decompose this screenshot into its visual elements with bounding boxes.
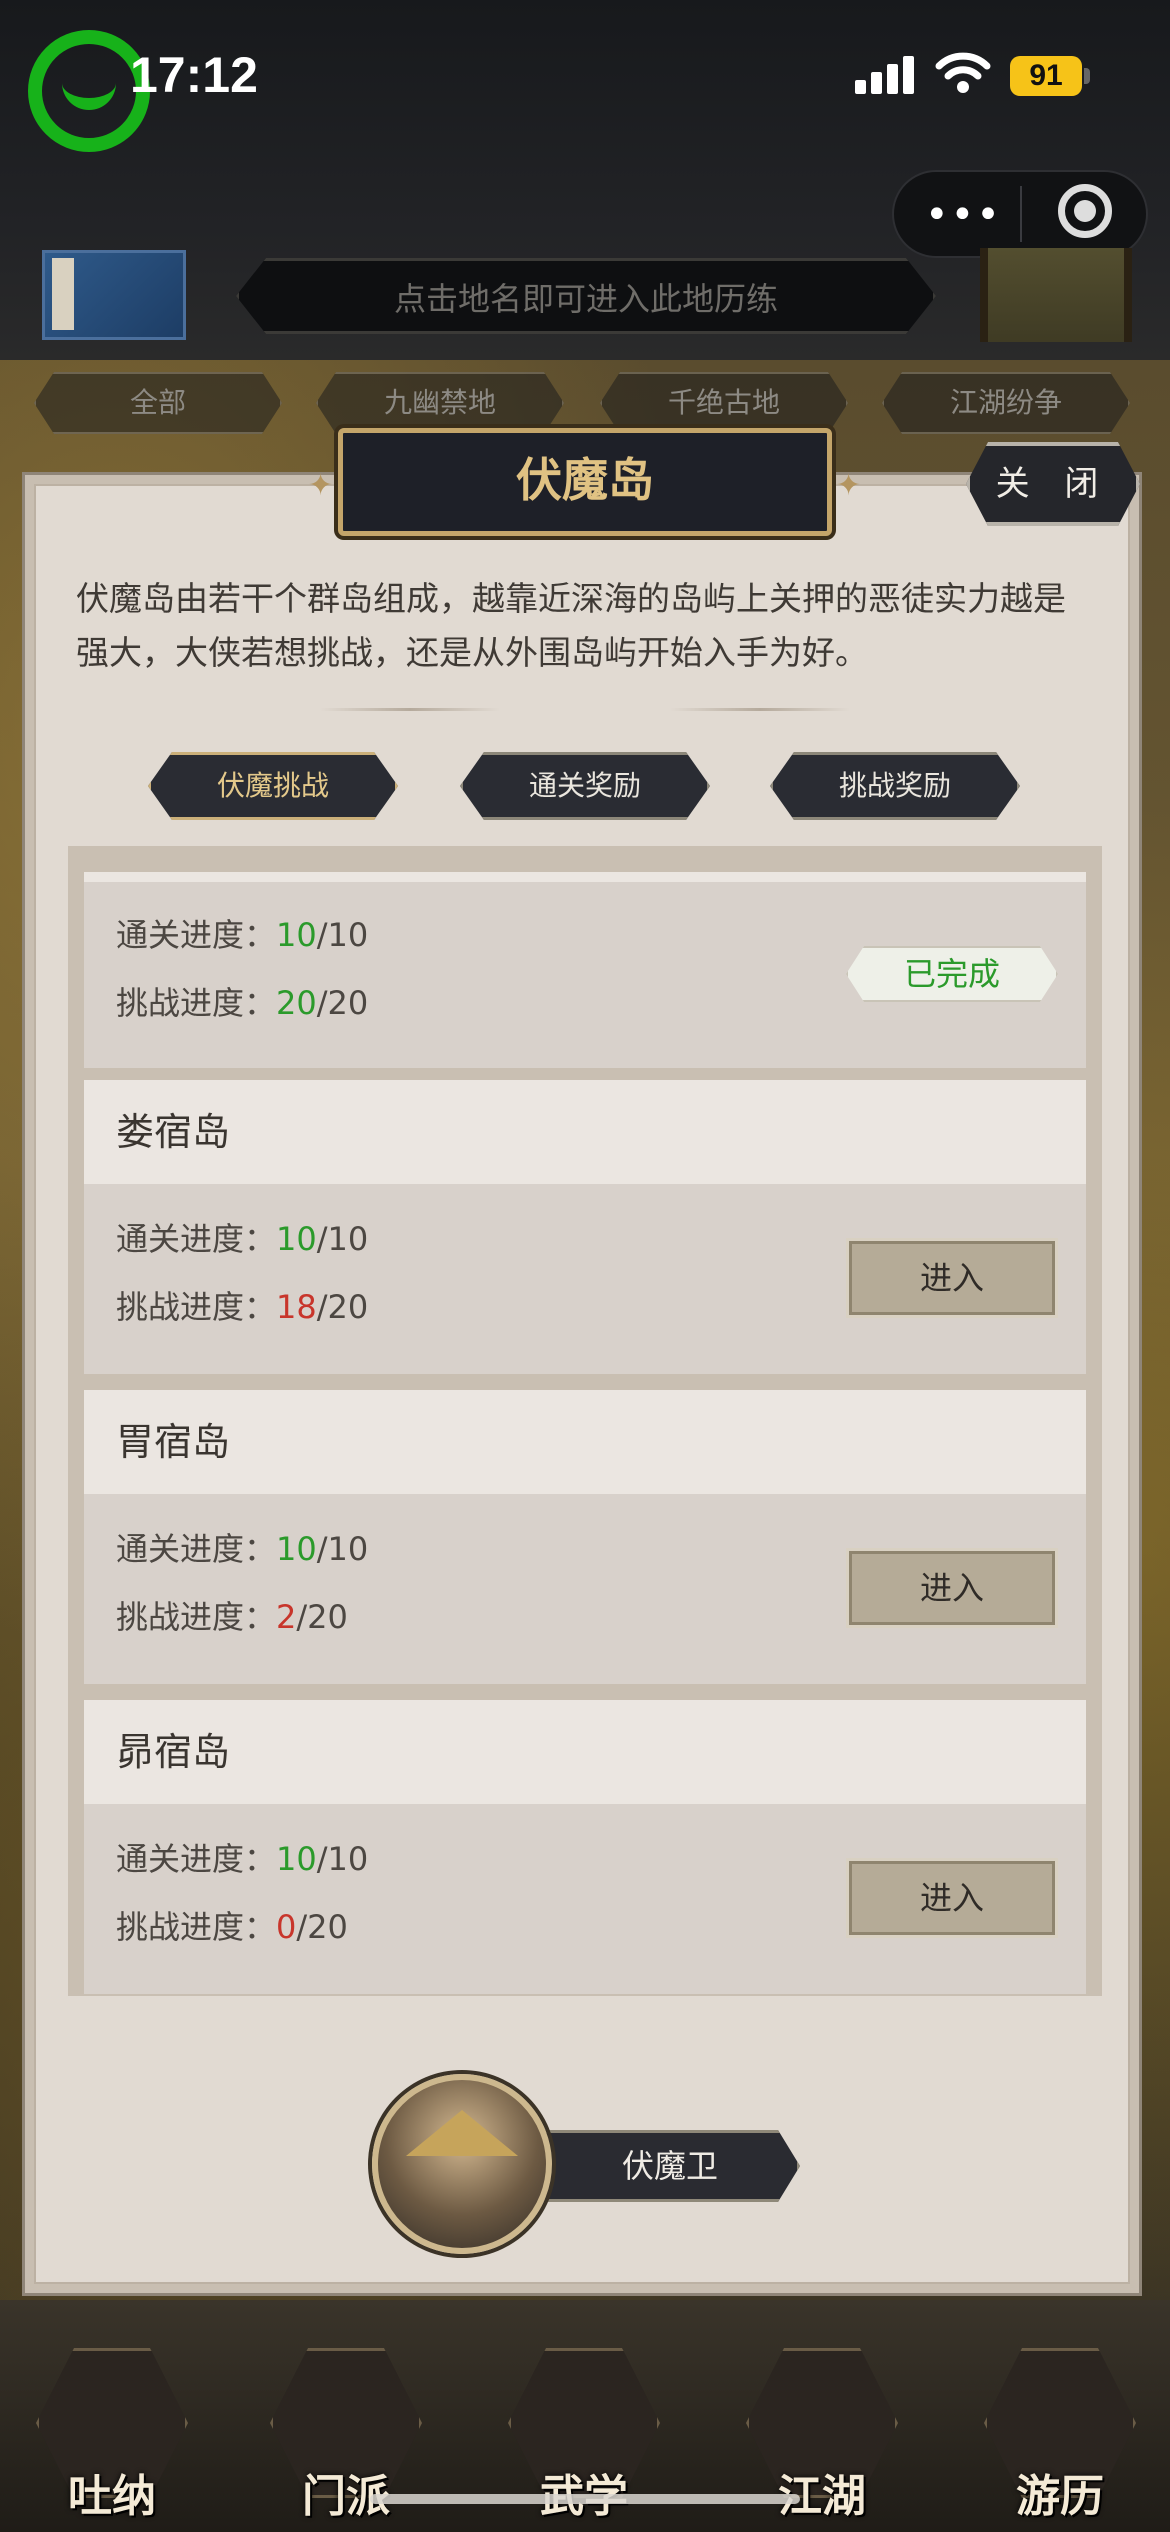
title-ornament-left: ✦ — [308, 468, 334, 503]
nav-menpai[interactable]: 门派 — [270, 2348, 422, 2522]
tab-fumo-challenge[interactable]: 伏魔挑战 — [148, 752, 398, 820]
exit-miniprogram-icon-center — [1074, 200, 1096, 222]
clear-progress: 通关进度：10/10 — [116, 1214, 368, 1260]
npc-name-plate[interactable]: 伏魔卫 — [540, 2130, 800, 2202]
island-name: 胃宿岛 — [84, 1390, 1086, 1494]
battery-tip — [1084, 68, 1090, 84]
clear-progress-done: 10 — [276, 1220, 317, 1258]
island-card-body: 通关进度：10/10 挑战进度：20/20 已完成 — [84, 882, 1086, 1068]
challenge-progress: 挑战进度：20/20 — [116, 978, 368, 1024]
challenge-progress-total: /20 — [316, 984, 369, 1022]
island-card-maosu: 昴宿岛 通关进度：10/10 挑战进度：0/20 进入 — [84, 1700, 1086, 1994]
nav-label: 吐纳 — [68, 2471, 156, 2522]
nav-label: 武学 — [508, 2460, 660, 2524]
battery-icon: 91 — [1010, 56, 1082, 96]
island-name: 娄宿岛 — [84, 1080, 1086, 1184]
challenge-progress: 挑战进度：18/20 — [116, 1282, 368, 1328]
challenge-progress-label: 挑战进度： — [116, 1598, 277, 1636]
battery-level: 91 — [1029, 59, 1063, 92]
clear-progress-label: 通关进度： — [116, 1220, 277, 1258]
island-card-weisu: 胃宿岛 通关进度：10/10 挑战进度：2/20 进入 — [84, 1390, 1086, 1684]
filter-tab-jianghu[interactable]: 江湖纷争 — [882, 372, 1130, 434]
filter-tab-qianjue[interactable]: 千绝古地 — [600, 372, 848, 434]
clear-progress-label: 通关进度： — [116, 1530, 277, 1568]
close-button[interactable]: 关 闭 — [966, 442, 1140, 526]
island-card-body: 通关进度：10/10 挑战进度：18/20 进入 — [84, 1184, 1086, 1374]
status-time: 17:12 — [130, 47, 258, 103]
island-card-lousu: 娄宿岛 通关进度：10/10 挑战进度：18/20 进入 — [84, 1080, 1086, 1374]
challenge-progress-total: /20 — [296, 1908, 348, 1946]
nav-jianghu[interactable]: 江湖 — [746, 2348, 898, 2522]
title-ornament-right: ✦ — [836, 468, 862, 503]
clear-progress-total: /10 — [316, 1530, 369, 1568]
nav-label: 门派 — [302, 2471, 390, 2522]
island-card-completed: 通关进度：10/10 挑战进度：20/20 已完成 — [84, 872, 1086, 1068]
filter-tab-all[interactable]: 全部 — [34, 372, 282, 434]
hint-bar: 点击地名即可进入此地历练 — [236, 258, 936, 334]
challenge-progress-done: 0 — [276, 1908, 297, 1946]
more-icon[interactable]: ••• — [925, 192, 1002, 238]
challenge-progress: 挑战进度：0/20 — [116, 1902, 348, 1948]
nav-wuxue[interactable]: 武学 — [508, 2348, 660, 2522]
home-indicator[interactable] — [370, 2494, 800, 2504]
capsule-separator — [1020, 186, 1022, 242]
cellular-signal-icon — [855, 56, 919, 94]
clear-progress-total: /10 — [316, 916, 369, 954]
challenge-progress-total: /20 — [296, 1598, 348, 1636]
island-description: 伏魔岛由若干个群岛组成，越靠近深海的岛屿上关押的恶徒实力越是强大，大侠若想挑战，… — [76, 579, 1066, 672]
clear-progress-label: 通关进度： — [116, 916, 277, 954]
challenge-progress-label: 挑战进度： — [116, 1908, 277, 1946]
island-list[interactable]: 通关进度：10/10 挑战进度：20/20 已完成 娄宿岛 通关进度：10/10… — [68, 846, 1102, 1996]
challenge-progress-done: 18 — [276, 1288, 317, 1326]
challenge-progress-done: 2 — [276, 1598, 297, 1636]
challenge-progress-label: 挑战进度： — [116, 1288, 277, 1326]
world-map-scroll-icon[interactable] — [980, 248, 1132, 342]
challenge-progress-label: 挑战进度： — [116, 984, 277, 1022]
clear-progress-done: 10 — [276, 916, 317, 954]
wifi-icon — [935, 52, 991, 93]
nav-label: 游历 — [1016, 2471, 1104, 2522]
divider-right — [670, 708, 850, 711]
clear-progress-total: /10 — [316, 1840, 369, 1878]
journal-book-tag — [52, 258, 74, 330]
nav-youli[interactable]: 游历 — [984, 2348, 1136, 2522]
enter-button[interactable]: 进入 — [846, 1238, 1058, 1318]
clear-progress-total: /10 — [316, 1220, 369, 1258]
nav-label: 江湖 — [778, 2471, 866, 2522]
tab-challenge-rewards[interactable]: 挑战奖励 — [770, 752, 1020, 820]
island-card-header-partial — [84, 872, 1086, 882]
filter-tab-jiuyou[interactable]: 九幽禁地 — [316, 372, 564, 434]
enter-button[interactable]: 进入 — [846, 1858, 1058, 1938]
clear-progress: 通关进度：10/10 — [116, 910, 368, 956]
island-card-body: 通关进度：10/10 挑战进度：0/20 进入 — [84, 1804, 1086, 1994]
completed-badge: 已完成 — [846, 946, 1058, 1002]
challenge-progress-total: /20 — [316, 1288, 369, 1326]
clear-progress: 通关进度：10/10 — [116, 1524, 368, 1570]
npc-avatar[interactable] — [372, 2074, 552, 2254]
dialog-title: 伏魔岛 — [516, 453, 654, 507]
clear-progress-done: 10 — [276, 1530, 317, 1568]
nav-tuna[interactable]: 吐纳 — [36, 2348, 188, 2522]
clear-progress-label: 通关进度： — [116, 1840, 277, 1878]
challenge-progress: 挑战进度：2/20 — [116, 1592, 348, 1638]
enter-button[interactable]: 进入 — [846, 1548, 1058, 1628]
island-name: 昴宿岛 — [84, 1700, 1086, 1804]
challenge-progress-done: 20 — [276, 984, 317, 1022]
clear-progress: 通关进度：10/10 — [116, 1834, 368, 1880]
island-card-body: 通关进度：10/10 挑战进度：2/20 进入 — [84, 1494, 1086, 1684]
tab-clear-rewards[interactable]: 通关奖励 — [460, 752, 710, 820]
divider-left — [320, 708, 500, 711]
clear-progress-done: 10 — [276, 1840, 317, 1878]
